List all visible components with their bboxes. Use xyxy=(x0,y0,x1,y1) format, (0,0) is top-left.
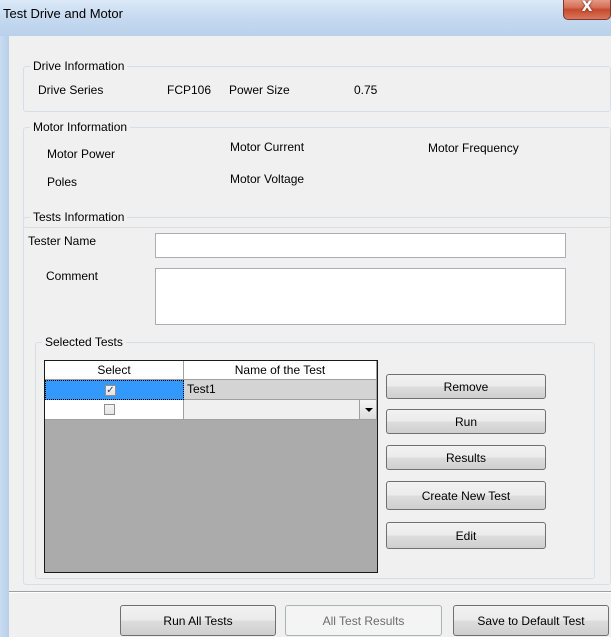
selected-tests-legend: Selected Tests xyxy=(42,335,126,349)
run-all-tests-button[interactable]: Run All Tests xyxy=(120,605,276,636)
test-name-column-header[interactable]: Name of the Test xyxy=(184,361,377,380)
run-button[interactable]: Run xyxy=(386,409,546,434)
tester-name-label: Tester Name xyxy=(28,234,97,248)
row-2-test-name-combobox[interactable] xyxy=(184,400,377,420)
create-new-test-button[interactable]: Create New Test xyxy=(386,481,546,510)
power-size-value: 0.75 xyxy=(354,83,378,97)
all-test-results-button[interactable]: All Test Results xyxy=(285,605,442,636)
window-title: Test Drive and Motor xyxy=(3,6,123,21)
tester-name-input[interactable] xyxy=(155,233,566,258)
close-icon: X xyxy=(581,0,593,15)
selected-tests-grid[interactable]: Select Name of the Test ✓ Test1 xyxy=(44,360,378,573)
results-button[interactable]: Results xyxy=(386,445,546,470)
motor-information-legend: Motor Information xyxy=(30,120,131,134)
chevron-down-icon[interactable] xyxy=(359,400,376,419)
edit-button[interactable]: Edit xyxy=(386,522,546,549)
close-button[interactable]: X xyxy=(563,0,611,20)
power-size-label: Power Size xyxy=(229,83,290,97)
drive-information-group: Drive Information xyxy=(23,59,611,112)
drive-series-value: FCP106 xyxy=(167,83,212,97)
row-1-select-cell[interactable]: ✓ xyxy=(45,380,184,400)
remove-button[interactable]: Remove xyxy=(386,374,546,399)
motor-current-label: Motor Current xyxy=(230,140,305,154)
row-1-test-name[interactable]: Test1 xyxy=(184,380,377,400)
tests-information-legend: Tests Information xyxy=(30,210,128,224)
comment-input[interactable] xyxy=(155,268,566,325)
motor-power-label: Motor Power xyxy=(47,147,116,161)
drive-information-legend: Drive Information xyxy=(30,59,128,73)
motor-frequency-label: Motor Frequency xyxy=(428,141,519,155)
title-bar[interactable]: Test Drive and Motor X xyxy=(0,0,611,37)
row-2-select-cell[interactable] xyxy=(45,400,184,420)
save-to-default-test-button[interactable]: Save to Default Test xyxy=(453,605,609,636)
test-drive-motor-window: Test Drive and Motor X Drive Information… xyxy=(0,0,611,637)
motor-voltage-label: Motor Voltage xyxy=(230,172,305,186)
dialog-client-area: Drive Information Drive Series FCP106 Po… xyxy=(9,36,611,637)
poles-label: Poles xyxy=(47,175,78,189)
footer-separator xyxy=(9,591,611,593)
comment-label: Comment xyxy=(46,269,99,283)
window-frame xyxy=(0,36,9,637)
select-column-header[interactable]: Select xyxy=(45,361,184,380)
drive-series-label: Drive Series xyxy=(38,83,104,97)
row-2-checkbox[interactable] xyxy=(104,404,115,415)
row-1-checkbox[interactable]: ✓ xyxy=(105,385,116,396)
